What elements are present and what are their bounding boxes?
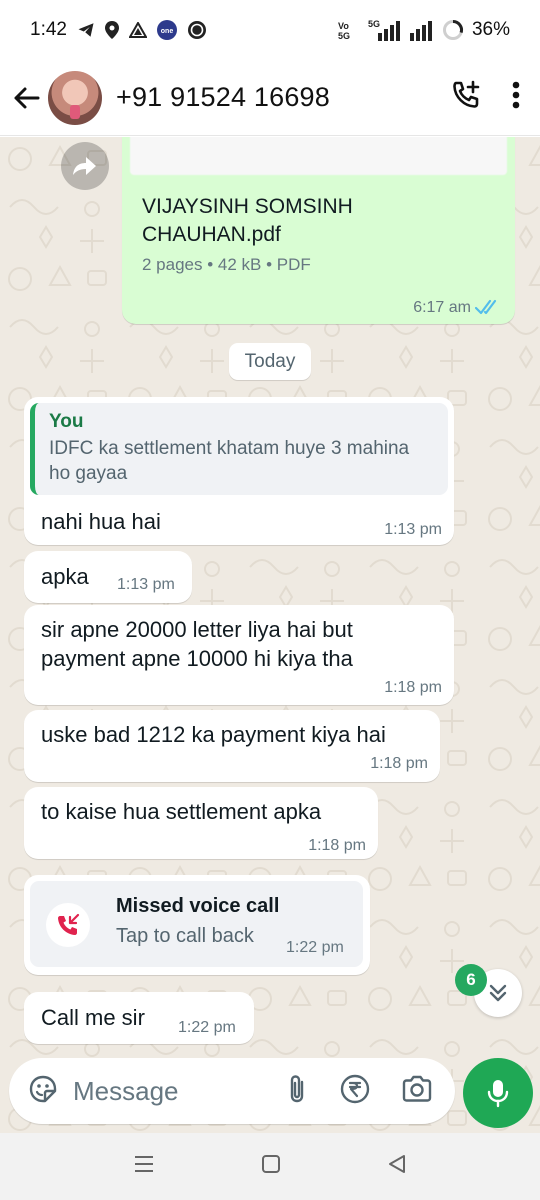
payment-button[interactable] — [339, 1073, 371, 1110]
message-time: 1:18 pm — [384, 679, 442, 696]
system-nav-bar — [0, 1133, 540, 1200]
svg-text:5G: 5G — [338, 31, 350, 40]
quote-text: IDFC ka settlement khatam huye 3 mahina … — [49, 438, 410, 484]
camera-icon — [402, 1075, 432, 1102]
message-time: 6:17 am — [413, 299, 471, 316]
message-text: apka — [41, 564, 89, 589]
missed-call-card[interactable]: Missed voice call Tap to call back 1:22 … — [30, 881, 363, 967]
add-call-button[interactable] — [450, 79, 482, 116]
voice-record-button[interactable] — [463, 1058, 533, 1128]
missed-call-icon-wrap — [46, 903, 90, 947]
triangle-back-icon — [389, 1155, 405, 1173]
nav-recents-button[interactable] — [133, 1155, 155, 1178]
svg-text:one: one — [161, 28, 174, 35]
message-input[interactable] — [73, 1075, 243, 1107]
message-text: Call me sir — [41, 1005, 145, 1030]
phone-plus-icon — [453, 80, 480, 108]
message-text: sir apne 20000 letter liya hai but payme… — [41, 617, 353, 671]
one-app-icon: one — [156, 20, 177, 40]
document-message[interactable]: VIJAYSINH SOMSINH CHAUHAN.pdf 2 pages • … — [122, 137, 515, 324]
signal-5g-icon: 5G — [368, 19, 402, 41]
incoming-message[interactable]: sir apne 20000 letter liya hai but payme… — [24, 605, 454, 705]
avatar[interactable] — [48, 70, 102, 125]
message-time: 1:18 pm — [370, 755, 428, 772]
message-composer — [9, 1058, 455, 1124]
battery-icon — [442, 19, 464, 41]
location-pin-icon — [104, 21, 119, 39]
quote-author: You — [49, 411, 84, 432]
volte-icon: Vo 5G — [338, 20, 360, 40]
emoji-button[interactable] — [27, 1073, 59, 1110]
status-bar: 1:42 one Vo 5G 5G 36% — [0, 0, 540, 60]
header-actions — [450, 79, 520, 116]
message-time: 1:22 pm — [286, 939, 344, 956]
nav-back-button[interactable] — [387, 1154, 407, 1179]
message-time: 1:22 pm — [178, 1019, 236, 1036]
status-time: 1:42 — [30, 19, 67, 40]
message-text: to kaise hua settlement apka — [41, 799, 322, 824]
message-time: 1:18 pm — [308, 837, 366, 854]
contact-name[interactable]: +91 91524 16698 — [116, 82, 330, 113]
missed-call-message[interactable]: Missed voice call Tap to call back 1:22 … — [24, 875, 370, 975]
document-file-name: VIJAYSINH SOMSINH CHAUHAN.pdf — [142, 195, 353, 246]
menu-button[interactable] — [512, 81, 520, 114]
incoming-message[interactable]: apka 1:13 pm — [24, 551, 192, 603]
triangle-app-icon — [128, 22, 147, 38]
paperclip-icon — [290, 1074, 304, 1102]
quoted-message[interactable]: You IDFC ka settlement khatam huye 3 mah… — [30, 403, 448, 495]
kebab-menu-icon — [512, 81, 520, 109]
double-check-icon — [475, 299, 497, 315]
chat-area[interactable]: VIJAYSINH SOMSINH CHAUHAN.pdf 2 pages • … — [0, 137, 540, 1133]
sticker-icon — [29, 1075, 57, 1102]
status-right: Vo 5G 5G 36% — [338, 19, 510, 41]
arrow-left-icon — [14, 87, 40, 108]
unread-count-badge[interactable]: 6 — [455, 964, 487, 996]
menu-lines-icon — [135, 1156, 153, 1172]
forward-icon — [73, 157, 96, 175]
incoming-message-reply[interactable]: You IDFC ka settlement khatam huye 3 mah… — [24, 397, 454, 545]
camera-button[interactable] — [401, 1075, 433, 1108]
date-chip: Today — [229, 343, 311, 380]
back-button[interactable] — [6, 78, 46, 118]
nav-home-button[interactable] — [261, 1154, 281, 1179]
chat-header: +91 91524 16698 — [0, 60, 540, 136]
missed-call-title: Missed voice call — [116, 895, 280, 917]
chevrons-down-icon — [489, 984, 507, 1002]
battery-percent: 36% — [471, 19, 510, 40]
status-left: 1:42 one — [30, 19, 207, 41]
whatsapp-notification-icon — [187, 20, 207, 40]
incoming-message[interactable]: to kaise hua settlement apka 1:18 pm — [24, 787, 378, 859]
forward-button[interactable] — [61, 142, 109, 190]
missed-call-icon — [58, 913, 80, 935]
document-preview[interactable] — [130, 137, 507, 175]
document-meta: 2 pages • 42 kB • PDF — [142, 255, 311, 274]
message-time: 1:13 pm — [117, 576, 175, 593]
composer-actions — [285, 1073, 433, 1110]
svg-text:Vo: Vo — [338, 21, 349, 31]
message-text: nahi hua hai — [41, 509, 161, 534]
svg-text:5G: 5G — [368, 19, 380, 29]
message-time: 1:13 pm — [384, 521, 442, 538]
attach-button[interactable] — [285, 1073, 309, 1110]
missed-call-subtitle: Tap to call back — [116, 925, 254, 947]
incoming-message[interactable]: Call me sir 1:22 pm — [24, 992, 254, 1044]
signal-icon — [409, 19, 434, 41]
telegram-icon — [77, 21, 95, 39]
message-text: uske bad 1212 ka payment kiya hai — [41, 722, 386, 747]
microphone-icon — [487, 1080, 509, 1108]
incoming-message[interactable]: uske bad 1212 ka payment kiya hai 1:18 p… — [24, 710, 440, 782]
square-icon — [262, 1155, 280, 1173]
rupee-icon — [340, 1074, 370, 1103]
